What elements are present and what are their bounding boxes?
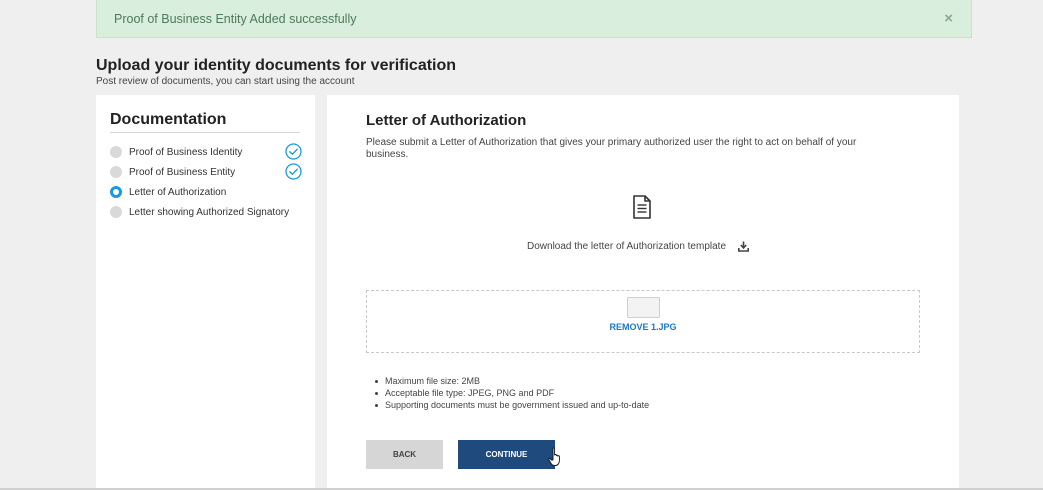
back-button[interactable]: BACK (366, 440, 443, 469)
hand-pointer-icon (548, 447, 560, 466)
step-label: Letter showing Authorized Signatory (129, 206, 290, 218)
step-label: Proof of Business Identity (129, 146, 243, 158)
document-description: Please submit a Letter of Authorization … (366, 137, 857, 160)
step-letter-showing-authorized-signatory[interactable]: Letter showing Authorized Signatory (110, 202, 301, 222)
remove-file-link[interactable]: REMOVE 1.JPG (367, 322, 919, 332)
document-steps: Proof of Business Identity Proof of Busi… (110, 142, 302, 222)
sidebar-title: Documentation (110, 111, 300, 133)
step-radio (110, 166, 122, 178)
requirement-item: Maximum file size: 2MB (374, 375, 649, 387)
step-proof-of-business-identity[interactable]: Proof of Business Identity (110, 142, 302, 162)
upload-dropzone[interactable]: REMOVE 1.JPG (366, 290, 920, 353)
document-title: Letter of Authorization (366, 112, 527, 129)
close-icon[interactable]: × (944, 11, 953, 26)
requirement-item: Supporting documents must be government … (374, 400, 650, 410)
page-title: Upload your identity documents for verif… (96, 57, 457, 74)
requirement-item: Acceptable file type: JPEG, PNG and PDF (374, 387, 649, 399)
download-template-link[interactable]: Download the letter of Authorization tem… (527, 241, 759, 252)
uploaded-file-thumbnail (627, 297, 660, 318)
step-proof-of-business-entity[interactable]: Proof of Business Entity (110, 162, 302, 182)
document-panel: Letter of Authorization Please submit a … (327, 95, 959, 490)
step-radio (110, 206, 122, 218)
upload-requirements: Maximum file size: 2MB Acceptable file t… (374, 375, 650, 411)
download-template-label: Download the letter of Authorization tem… (527, 241, 727, 252)
page-subtitle: Post review of documents, you can start … (96, 76, 355, 87)
documentation-sidebar: Documentation Proof of Business Identity… (96, 95, 315, 490)
step-label: Proof of Business Entity (129, 166, 236, 178)
continue-button[interactable]: CONTINUE (458, 440, 555, 469)
step-label: Letter of Authorization (129, 186, 227, 198)
step-radio-active (110, 186, 122, 198)
alert-message: Proof of Business Entity Added successfu… (114, 11, 357, 26)
step-radio (110, 146, 122, 158)
download-icon[interactable] (738, 241, 750, 252)
check-circle-icon (285, 143, 302, 160)
step-letter-of-authorization[interactable]: Letter of Authorization (110, 182, 301, 202)
success-alert: Proof of Business Entity Added successfu… (96, 0, 972, 38)
check-circle-icon (285, 163, 302, 180)
document-icon (633, 195, 651, 219)
